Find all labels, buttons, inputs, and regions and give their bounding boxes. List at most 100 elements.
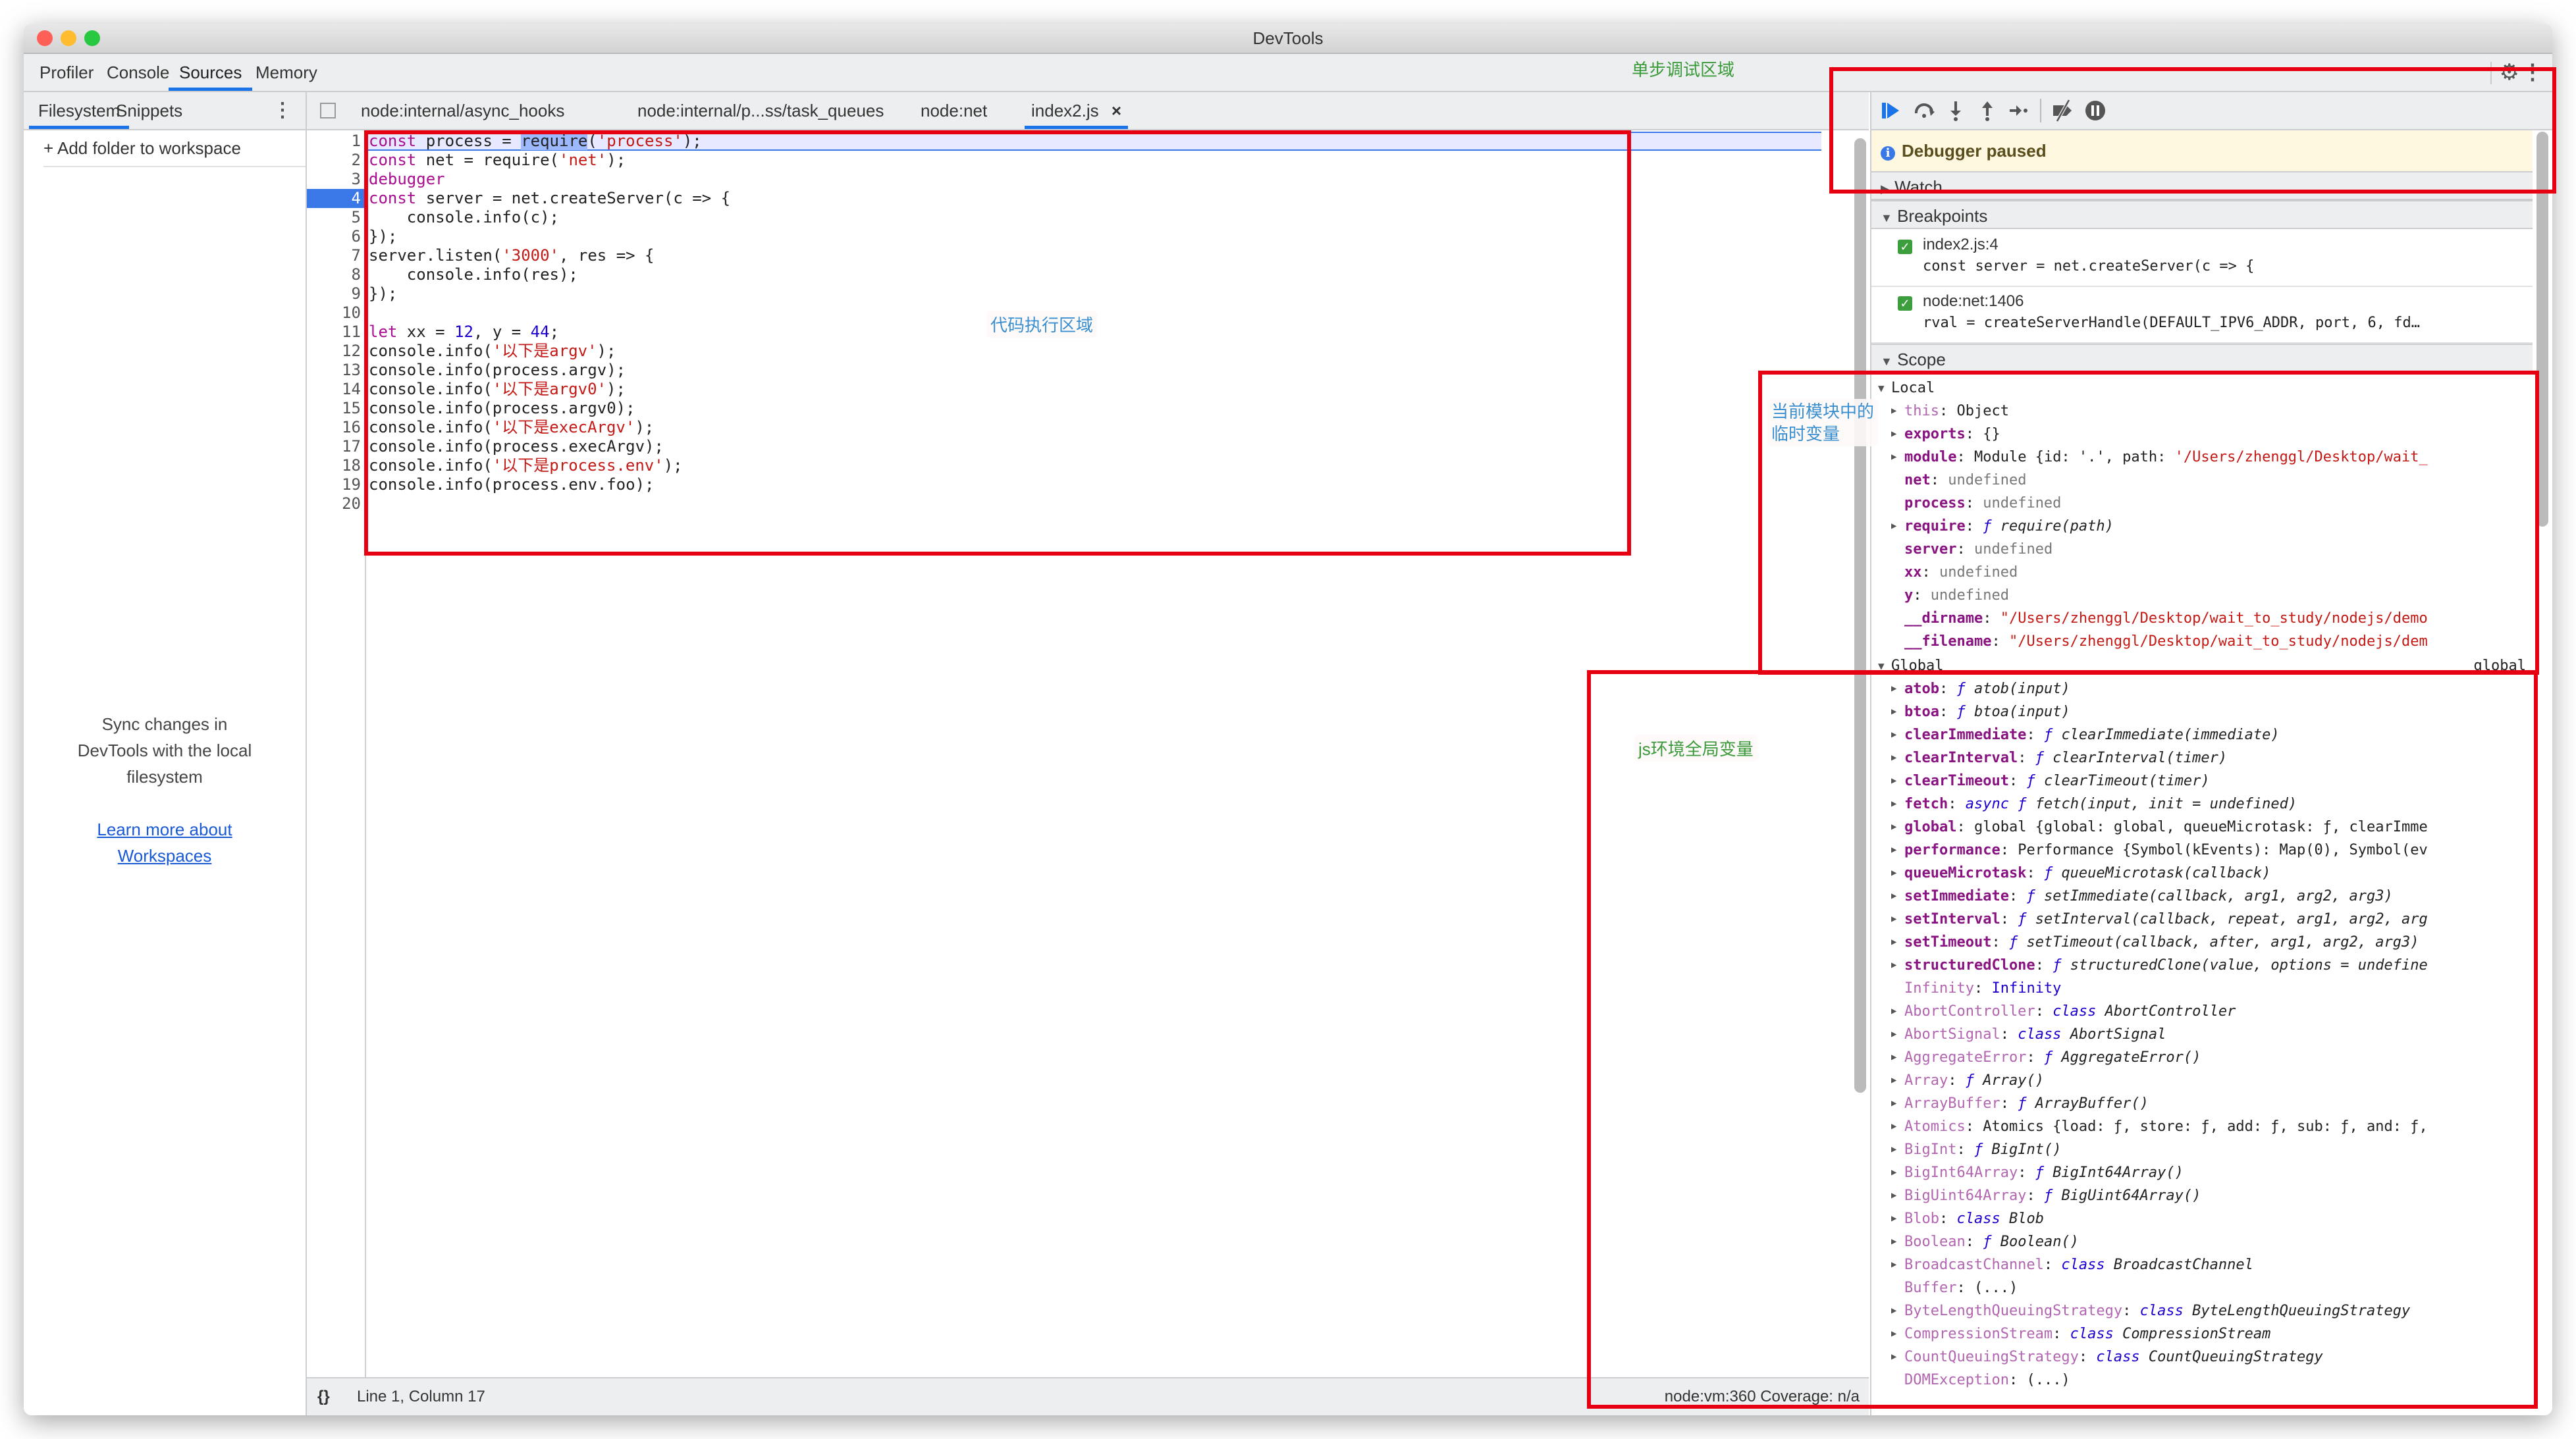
expand-triangle-icon[interactable]: ▶ (1891, 1138, 1896, 1161)
line-number[interactable]: 17 (307, 437, 365, 456)
code-line[interactable]: 16 console.info('以下是execArgv'); (307, 418, 1821, 437)
close-icon[interactable]: × (1112, 101, 1121, 120)
expand-triangle-icon[interactable]: ▶ (1891, 423, 1896, 446)
scope-variable[interactable]: ▶ structuredClone: ƒ structuredClone(valu… (1871, 954, 2533, 977)
expand-triangle-icon[interactable]: ▶ (1891, 1161, 1896, 1184)
line-number[interactable]: 3 (307, 170, 365, 189)
scope-variable[interactable]: ▶ AggregateError: ƒ AggregateError() (1871, 1046, 2533, 1069)
line-number[interactable]: 14 (307, 380, 365, 399)
expand-triangle-icon[interactable]: ▶ (1891, 1184, 1896, 1207)
scope-group-header[interactable]: ▼ Local (1871, 377, 2533, 400)
scope-variable[interactable]: ▶ this: Object (1871, 400, 2533, 423)
scope-variable[interactable]: ▶ ByteLengthQueuingStrategy: class ByteLe… (1871, 1299, 2533, 1322)
file-tab-async-hooks[interactable]: node:internal/async_hooks (354, 92, 571, 129)
line-number[interactable]: 12 (307, 342, 365, 361)
scope-variable[interactable]: ▶ btoa: ƒ btoa(input) (1871, 700, 2533, 723)
scope-variable[interactable]: ▶ clearTimeout: ƒ clearTimeout(timer) (1871, 770, 2533, 793)
expand-triangle-icon[interactable]: ▶ (1891, 400, 1896, 423)
code-line[interactable]: 7 server.listen('3000', res => { (307, 246, 1821, 265)
code-line[interactable]: 14 console.info('以下是argv0'); (307, 380, 1821, 399)
scope-variable[interactable]: ▶ module: Module {id: '.', path: '/Users/… (1871, 446, 2533, 469)
tab-memory[interactable]: Memory (245, 54, 328, 91)
line-number[interactable]: 9 (307, 284, 365, 303)
expand-triangle-icon[interactable]: ▶ (1891, 816, 1896, 839)
scope-section-header[interactable]: ▼ Scope (1871, 344, 2533, 373)
expand-triangle-icon[interactable]: ▶ (1891, 677, 1896, 700)
code-line[interactable]: 19 console.info(process.env.foo); (307, 475, 1821, 494)
line-number[interactable]: 1 (307, 132, 365, 151)
scope-variable[interactable]: __dirname: "/Users/zhenggl/Desktop/wait_… (1871, 607, 2533, 630)
more-vertical-icon[interactable]: ⋮ (273, 92, 292, 129)
expand-triangle-icon[interactable]: ▶ (1891, 1000, 1896, 1023)
expand-triangle-icon[interactable]: ▶ (1891, 746, 1896, 770)
scope-variable[interactable]: net: undefined (1871, 469, 2533, 492)
code-line[interactable]: 15 console.info(process.argv0); (307, 399, 1821, 418)
step-over-icon[interactable] (1911, 97, 1937, 124)
expand-triangle-icon[interactable]: ▶ (1891, 793, 1896, 816)
step-out-icon[interactable] (1974, 97, 2000, 124)
scope-variable[interactable]: ▶ CompressionStream: class CompressionStr… (1871, 1322, 2533, 1346)
breakpoint-checkbox[interactable]: ✓ (1898, 240, 1912, 254)
expand-triangle-icon[interactable]: ▶ (1891, 1069, 1896, 1092)
breakpoint-checkbox[interactable]: ✓ (1898, 296, 1912, 311)
breakpoints-section-header[interactable]: ▼ Breakpoints (1871, 200, 2533, 229)
gear-icon[interactable]: ⚙ (2500, 59, 2519, 86)
expand-triangle-icon[interactable]: ▶ (1891, 770, 1896, 793)
toggle-navigator-icon[interactable] (320, 103, 336, 118)
editor-scrollbar[interactable] (1854, 138, 1866, 1093)
link-text-line[interactable]: Learn more about (24, 816, 306, 843)
scope-variable[interactable]: ▶ clearInterval: ƒ clearInterval(timer) (1871, 746, 2533, 770)
expand-triangle-icon[interactable]: ▶ (1891, 1230, 1896, 1253)
scope-variable[interactable]: ▶ Boolean: ƒ Boolean() (1871, 1230, 2533, 1253)
line-number[interactable]: 16 (307, 418, 365, 437)
expand-triangle-icon[interactable]: ▶ (1891, 862, 1896, 885)
line-number[interactable]: 2 (307, 151, 365, 170)
scope-variable[interactable]: DOMException: (...) (1871, 1369, 2533, 1392)
scope-variable[interactable]: ▶ ArrayBuffer: ƒ ArrayBuffer() (1871, 1092, 2533, 1115)
scope-variable[interactable]: ▶ AbortSignal: class AbortSignal (1871, 1023, 2533, 1046)
scope-variable[interactable]: ▶ AbortController: class AbortController (1871, 1000, 2533, 1023)
expand-triangle-icon[interactable]: ▶ (1891, 1322, 1896, 1346)
expand-triangle-icon[interactable]: ▶ (1891, 1346, 1896, 1369)
scope-variable[interactable]: ▶ queueMicrotask: ƒ queueMicrotask(callba… (1871, 862, 2533, 885)
learn-more-workspaces-link[interactable]: Learn more about Workspaces (24, 816, 306, 869)
expand-triangle-icon[interactable]: ▶ (1891, 931, 1896, 954)
line-number[interactable]: 6 (307, 227, 365, 246)
tab-snippets[interactable]: Snippets (107, 92, 192, 129)
scope-variable[interactable]: ▶ clearImmediate: ƒ clearImmediate(immedi… (1871, 723, 2533, 746)
scope-variable[interactable]: ▶ performance: Performance {Symbol(kEvent… (1871, 839, 2533, 862)
scope-variable[interactable]: ▶ setImmediate: ƒ setImmediate(callback, … (1871, 885, 2533, 908)
line-number[interactable]: 8 (307, 265, 365, 284)
tab-console[interactable]: Console (96, 54, 180, 91)
breakpoint-line-number[interactable]: 4 (307, 189, 365, 208)
file-tab-index2[interactable]: index2.js × (1025, 92, 1129, 129)
scope-variable[interactable]: ▶ Blob: class Blob (1871, 1207, 2533, 1230)
code-line[interactable]: 9}); (307, 284, 1821, 303)
code-line[interactable]: 6}); (307, 227, 1821, 246)
watch-section-header[interactable]: ▶ Watch (1871, 171, 2533, 200)
step-into-icon[interactable] (1943, 97, 1969, 124)
code-line[interactable]: 17 console.info(process.execArgv); (307, 437, 1821, 456)
file-tab-task-queues[interactable]: node:internal/p...ss/task_queues (631, 92, 890, 129)
scope-variable[interactable]: __filename: "/Users/zhenggl/Desktop/wait… (1871, 630, 2533, 653)
scope-variable[interactable]: ▶ CountQueuingStrategy: class CountQueuin… (1871, 1346, 2533, 1369)
expand-triangle-icon[interactable]: ▶ (1891, 700, 1896, 723)
line-number[interactable]: 13 (307, 361, 365, 380)
expand-triangle-icon[interactable]: ▶ (1891, 1046, 1896, 1069)
breakpoint-item[interactable]: ✓ node:net:1406 rval = createServerHandl… (1871, 287, 2533, 344)
line-number[interactable]: 15 (307, 399, 365, 418)
add-folder-button[interactable]: + Add folder to workspace (43, 130, 306, 167)
code-line[interactable]: 2 const net = require('net'); (307, 151, 1821, 170)
deactivate-breakpoints-icon[interactable] (2049, 97, 2076, 124)
expand-triangle-icon[interactable]: ▶ (1891, 1253, 1896, 1276)
code-line[interactable]: 8 console.info(res); (307, 265, 1821, 284)
scope-variable[interactable]: ▶ BigUint64Array: ƒ BigUint64Array() (1871, 1184, 2533, 1207)
file-tab-node-net[interactable]: node:net (914, 92, 994, 129)
line-number[interactable]: 10 (307, 303, 365, 323)
sidebar-scrollbar[interactable] (2536, 132, 2548, 527)
line-number[interactable]: 5 (307, 208, 365, 227)
scope-variable[interactable]: server: undefined (1871, 538, 2533, 561)
scope-variable[interactable]: ▶ global: global {global: global, queueMi… (1871, 816, 2533, 839)
scope-variable[interactable]: Infinity: Infinity (1871, 977, 2533, 1000)
scope-variable[interactable]: ▶ setTimeout: ƒ setTimeout(callback, afte… (1871, 931, 2533, 954)
